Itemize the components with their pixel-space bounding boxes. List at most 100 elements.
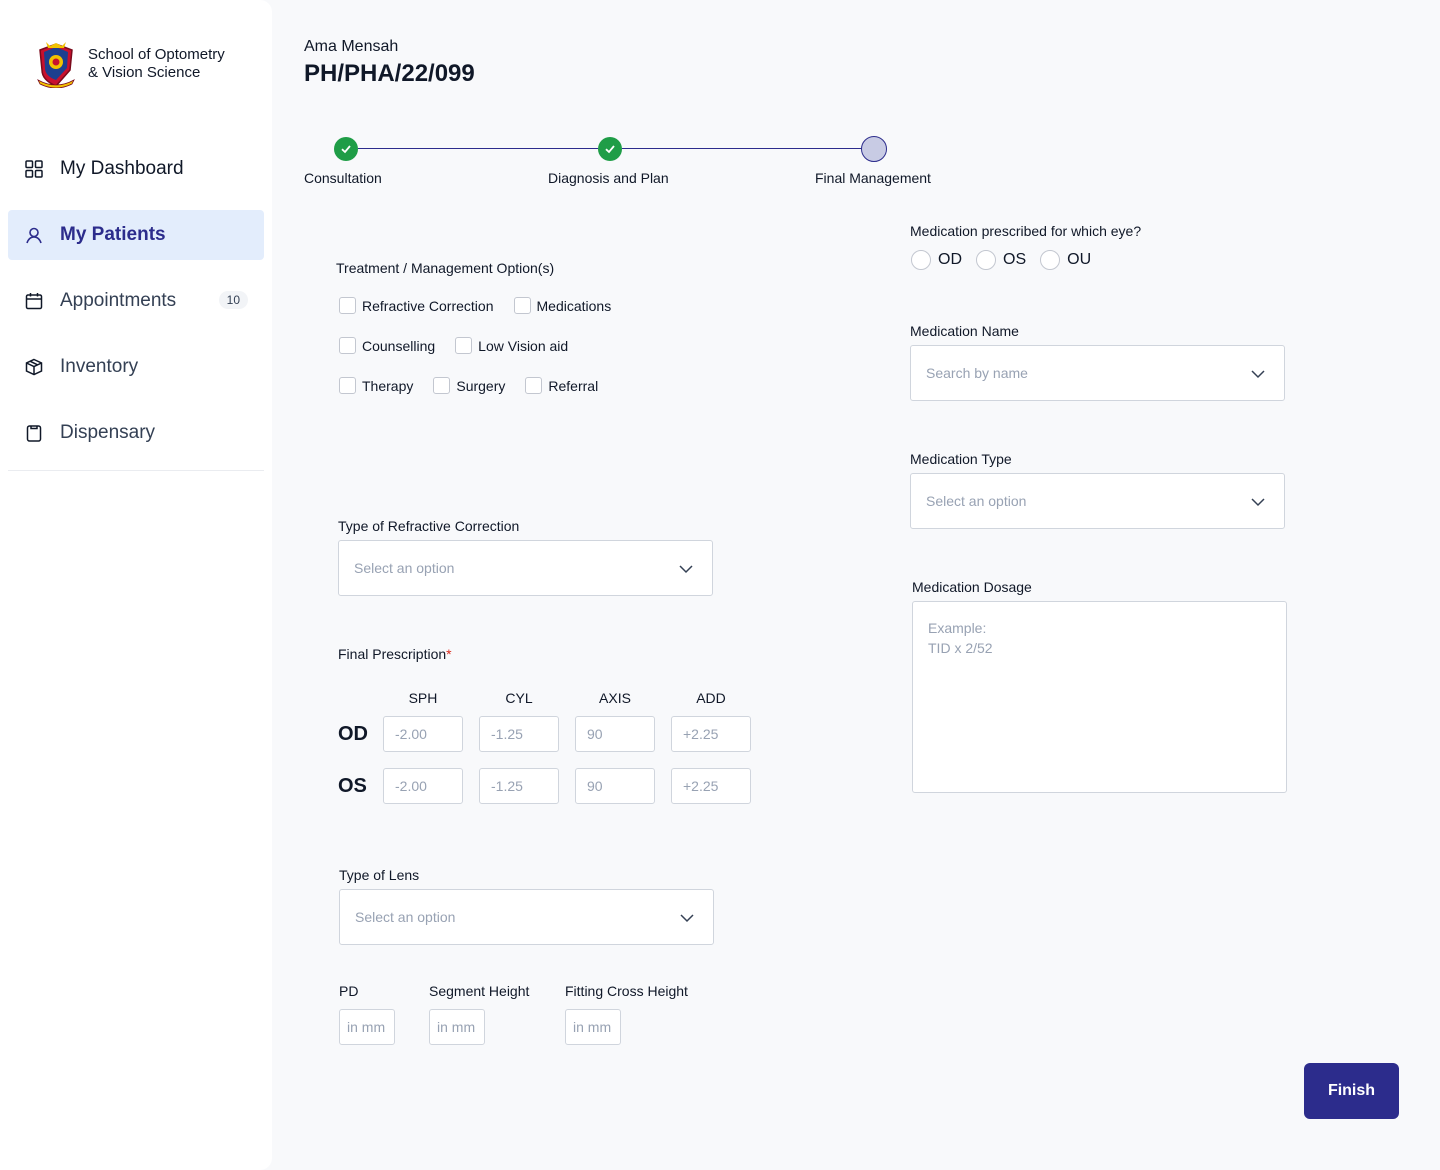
- select-placeholder: Search by name: [926, 365, 1028, 381]
- crest-icon: [37, 42, 75, 88]
- patient-name: Ama Mensah: [304, 38, 399, 55]
- od-cyl-input[interactable]: -1.25: [479, 716, 559, 752]
- fitting-cross-height-input[interactable]: in mm: [565, 1009, 621, 1045]
- treatment-options-row-1: Refractive Correction Medications: [339, 297, 631, 314]
- radio-os[interactable]: OS: [976, 250, 1026, 270]
- checkbox-box[interactable]: [513, 297, 531, 314]
- medication-type-label: Medication Type: [910, 451, 1012, 467]
- chevron-down-icon: [1251, 498, 1265, 507]
- radio-circle[interactable]: [1040, 250, 1061, 270]
- stepper-connector: [622, 148, 862, 149]
- sidebar-item-label: Inventory: [60, 356, 139, 377]
- sidebar-item-dispensary[interactable]: Dispensary: [8, 408, 264, 458]
- checkbox-label: Surgery: [456, 377, 506, 394]
- pd-label: PD: [339, 983, 359, 999]
- checkbox-label: Refractive Correction: [362, 297, 494, 314]
- od-sph-input[interactable]: -2.00: [383, 716, 463, 752]
- school-logo[interactable]: School of Optometry & Vision Science: [36, 40, 225, 88]
- grid-icon: [24, 159, 44, 179]
- radio-ou[interactable]: OU: [1040, 250, 1091, 270]
- row-label-od: OD: [338, 723, 368, 745]
- os-axis-input[interactable]: 90: [575, 768, 655, 804]
- column-header-axis: AXIS: [599, 690, 631, 706]
- sidebar-item-label: Appointments: [60, 290, 177, 311]
- column-header-sph: SPH: [408, 690, 438, 706]
- checkbox-label: Referral: [548, 377, 599, 394]
- checkbox-medications[interactable]: Medications: [513, 297, 612, 314]
- required-asterisk: *: [446, 646, 452, 662]
- pd-input[interactable]: in mm: [339, 1009, 395, 1045]
- radio-circle[interactable]: [976, 250, 996, 270]
- segment-height-input[interactable]: in mm: [429, 1009, 485, 1045]
- medication-dosage-label: Medication Dosage: [912, 579, 1032, 595]
- medication-dosage-textarea[interactable]: Example: TID x 2/52: [912, 601, 1287, 793]
- od-axis-input[interactable]: 90: [575, 716, 655, 752]
- os-cyl-input[interactable]: -1.25: [479, 768, 559, 804]
- select-placeholder: Select an option: [354, 560, 455, 576]
- radio-label: OD: [938, 251, 962, 268]
- sidebar-divider: [8, 470, 264, 471]
- medication-name-search[interactable]: Search by name: [910, 345, 1285, 401]
- checkbox-box[interactable]: [339, 377, 356, 394]
- clipboard-icon: [24, 423, 44, 443]
- final-prescription-text: Final Prescription: [338, 646, 447, 662]
- step-label-diagnosis[interactable]: Diagnosis and Plan: [548, 170, 669, 186]
- checkbox-box[interactable]: [433, 377, 451, 394]
- treatment-options-row-2: Counselling Low Vision aid: [339, 337, 588, 354]
- select-placeholder: Select an option: [926, 493, 1027, 509]
- calendar-icon: [24, 291, 44, 311]
- sidebar-item-label: My Patients: [60, 224, 166, 245]
- checkbox-counselling[interactable]: Counselling: [339, 337, 435, 354]
- medication-type-select[interactable]: Select an option: [910, 473, 1285, 529]
- step-diagnosis-indicator[interactable]: [598, 137, 622, 161]
- column-header-add: ADD: [696, 690, 726, 706]
- sidebar-item-label: My Dashboard: [60, 158, 184, 179]
- sidebar-item-label: Dispensary: [60, 422, 156, 443]
- checkbox-low-vision-aid[interactable]: Low Vision aid: [455, 337, 568, 354]
- lens-type-select[interactable]: Select an option: [339, 889, 714, 945]
- medication-name-label: Medication Name: [910, 323, 1019, 339]
- final-prescription-label: Final Prescription*: [338, 646, 452, 662]
- patient-id: PH/PHA/22/099: [304, 60, 475, 87]
- treatment-options-row-3: Therapy Surgery Referral: [339, 377, 618, 394]
- checkbox-label: Low Vision aid: [478, 337, 569, 354]
- treatment-options-label: Treatment / Management Option(s): [336, 260, 555, 276]
- radio-label: OU: [1067, 251, 1092, 268]
- step-label-consultation[interactable]: Consultation: [304, 170, 382, 186]
- chevron-down-icon: [1251, 370, 1265, 379]
- checkbox-refractive-correction[interactable]: Refractive Correction: [339, 297, 494, 314]
- os-add-input[interactable]: +2.25: [671, 768, 751, 804]
- radio-circle[interactable]: [911, 250, 931, 270]
- step-label-final-management[interactable]: Final Management: [815, 170, 931, 186]
- finish-button[interactable]: Finish: [1304, 1063, 1399, 1119]
- checkbox-label: Medications: [536, 297, 612, 314]
- checkbox-box[interactable]: [525, 377, 543, 394]
- medication-eye-question: Medication prescribed for which eye?: [910, 223, 1142, 239]
- step-final-management-indicator[interactable]: [861, 136, 887, 162]
- sidebar-item-dashboard[interactable]: My Dashboard: [8, 144, 264, 194]
- sidebar-item-patients[interactable]: My Patients: [8, 210, 264, 260]
- school-name: School of Optometry & Vision Science: [88, 46, 225, 82]
- checkbox-box[interactable]: [455, 337, 473, 354]
- chevron-down-icon: [680, 914, 694, 923]
- sidebar: School of Optometry & Vision Science My …: [0, 0, 272, 1170]
- checkbox-referral[interactable]: Referral: [525, 377, 598, 394]
- checkbox-box[interactable]: [339, 337, 356, 354]
- step-consultation-indicator[interactable]: [334, 137, 358, 161]
- check-icon: [605, 145, 615, 154]
- row-label-os: OS: [338, 775, 367, 797]
- fitting-cross-height-label: Fitting Cross Height: [565, 983, 688, 999]
- checkbox-surgery[interactable]: Surgery: [433, 377, 505, 394]
- checkbox-box[interactable]: [339, 297, 356, 314]
- sidebar-item-appointments[interactable]: Appointments 10: [8, 276, 264, 326]
- od-add-input[interactable]: +2.25: [671, 716, 751, 752]
- refractive-correction-select[interactable]: Select an option: [338, 540, 713, 596]
- medication-eye-radio-group: OD OS OU: [911, 250, 1105, 270]
- os-sph-input[interactable]: -2.00: [383, 768, 463, 804]
- radio-od[interactable]: OD: [911, 250, 962, 270]
- lens-type-label: Type of Lens: [339, 867, 420, 883]
- check-icon: [341, 145, 351, 154]
- school-name-line2: & Vision Science: [88, 64, 201, 81]
- sidebar-item-inventory[interactable]: Inventory: [8, 342, 264, 392]
- checkbox-therapy[interactable]: Therapy: [339, 377, 413, 394]
